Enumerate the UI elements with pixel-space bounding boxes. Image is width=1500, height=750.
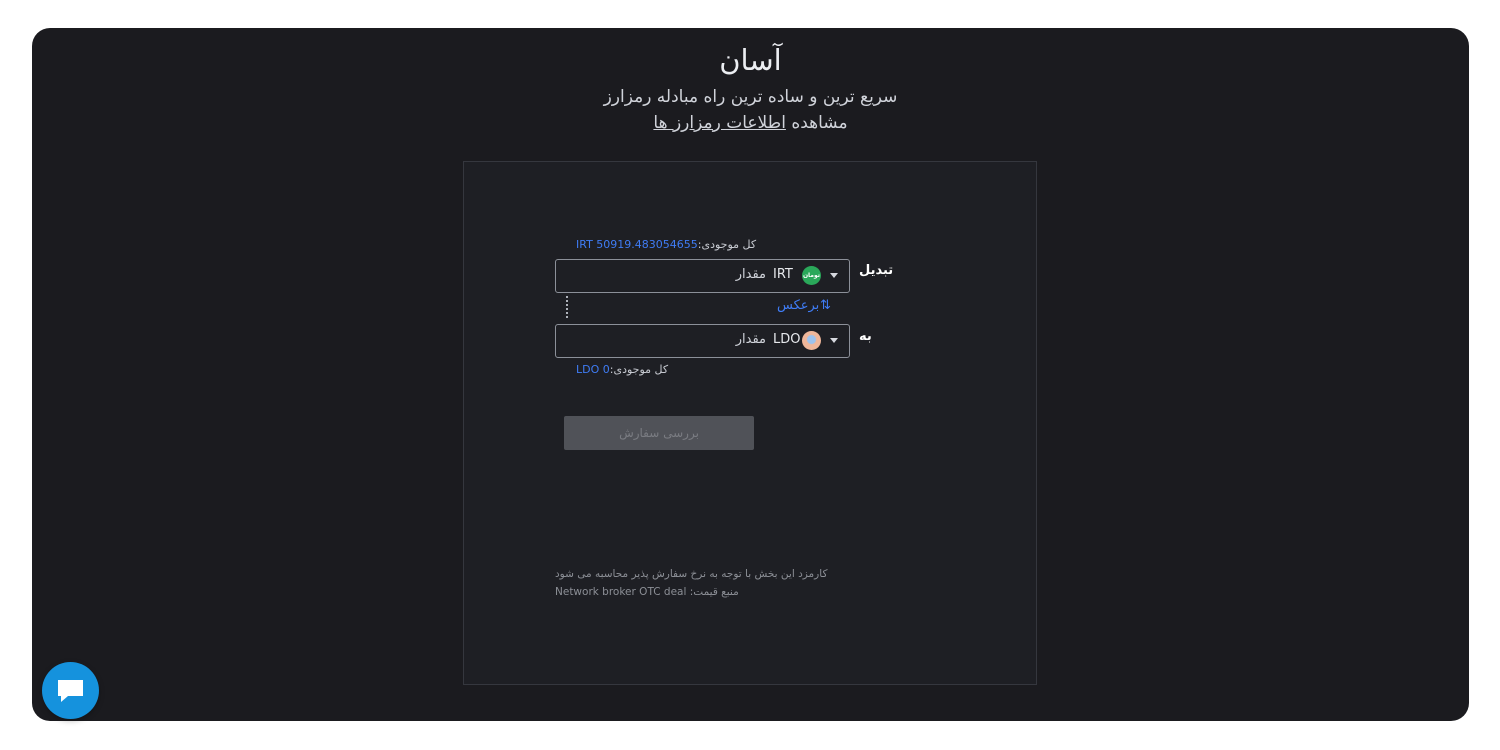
from-balance-label: کل موجودی: [697, 238, 757, 251]
to-field[interactable]: LDO [555, 324, 850, 358]
page-title: آسان [719, 43, 782, 77]
app-frame: آسان سریع ترین و ساده ترین راه مبادله رم… [32, 28, 1469, 721]
coin-info-line: مشاهده اطلاعات رمزارز ها [32, 111, 1469, 135]
from-amount-input[interactable] [706, 267, 766, 283]
page-subtitle: سریع ترین و ساده ترین راه مبادله رمزارز [603, 87, 898, 107]
price-source-note: منبع قیمت: Network broker OTC deal [555, 586, 739, 598]
to-amount-input[interactable] [706, 332, 766, 348]
swap-button[interactable]: برعکس [777, 297, 819, 315]
from-balance-value[interactable]: IRT 50919.483054655 [576, 238, 698, 251]
to-label: به [859, 329, 872, 344]
to-balance: کل موجودی:LDO 0 [576, 363, 668, 377]
exchange-card: کل موجودی:IRT 50919.483054655 تبدیل توما… [463, 161, 1037, 685]
from-label: تبدیل [859, 263, 894, 278]
chevron-down-icon[interactable] [830, 273, 838, 278]
fee-note: کارمزد این بخش با توجه به نرخ سفارش پذیر… [555, 568, 828, 580]
chevron-down-icon[interactable] [830, 338, 838, 343]
dotted-divider [566, 296, 568, 318]
irt-coin-icon: تومان [802, 266, 821, 285]
coin-info-prefix: مشاهده [791, 113, 848, 133]
from-field[interactable]: تومان IRT [555, 259, 850, 293]
to-balance-label: کل موجودی: [609, 363, 669, 376]
to-balance-value[interactable]: LDO 0 [576, 363, 610, 376]
chat-bubble-icon [58, 680, 83, 702]
from-currency-symbol[interactable]: IRT [773, 267, 793, 283]
chat-button[interactable] [42, 662, 99, 719]
to-currency-symbol[interactable]: LDO [773, 332, 801, 348]
review-order-button[interactable]: بررسی سفارش [564, 416, 754, 450]
from-balance: کل موجودی:IRT 50919.483054655 [576, 238, 756, 252]
coin-info-link[interactable]: اطلاعات رمزارز ها [653, 113, 786, 133]
swap-vertical-icon[interactable]: ⇅ [820, 297, 831, 315]
ldo-coin-icon [802, 331, 821, 350]
